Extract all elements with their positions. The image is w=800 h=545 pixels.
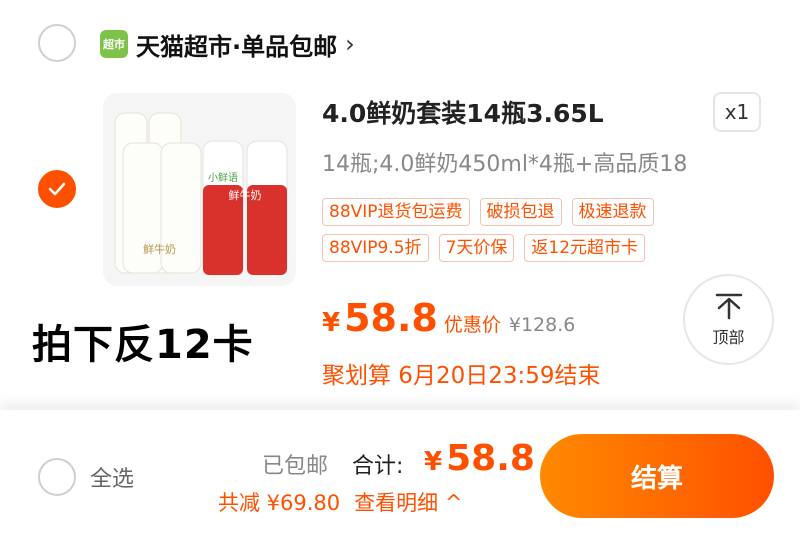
discount-amount: 共减 ¥69.80 [218,491,341,515]
tag: 破损包退 [479,198,562,226]
tag: 7天价保 [438,234,515,262]
arrow-up-icon [715,293,742,319]
service-tags: 88VIP退货包运费 破损包退 极速退款 88VIP9.5折 7天价保 返12元… [322,198,722,262]
tag: 88VIP9.5折 [322,234,429,262]
image-label-right: 鲜牛奶 [229,188,262,202]
tag: 返12元超市卡 [524,234,646,262]
chevron-right-icon: › [345,30,355,58]
back-to-top-label: 顶部 [712,327,745,347]
select-all-label[interactable]: 全选 [90,461,134,493]
store-logo: 超市 [100,30,128,58]
store-header[interactable]: 超市 天猫超市·单品包邮 › [100,24,355,64]
price-row: ¥ 58.8 优惠价 ¥128.6 [322,296,575,340]
back-to-top-button[interactable]: 顶部 [683,274,774,365]
price-value: 58.8 [344,296,438,340]
discount-row: 共减 ¥69.80 查看明细 ^ [218,487,462,517]
check-icon [48,182,66,196]
product-spec[interactable]: 14瓶;4.0鲜奶450ml*4瓶+高品质18 [322,146,752,178]
product-image[interactable]: 鲜牛奶 小鲜语 鲜牛奶 [103,93,296,286]
original-price: ¥128.6 [508,314,576,336]
image-label-left: 鲜牛奶 [143,242,176,256]
item-select-radio[interactable] [38,170,76,208]
select-all-radio[interactable] [38,458,76,496]
store-name: 天猫超市·单品包邮 [136,32,338,61]
price-label: 优惠价 [443,314,501,336]
total-symbol: ¥ [424,447,443,477]
store-select-radio[interactable] [38,24,76,62]
image-label-right-top: 小鲜语 [208,171,238,184]
checkout-button[interactable]: 结算 [540,434,774,518]
product-title[interactable]: 4.0鲜奶套装14瓶3.65L [322,94,604,130]
tag: 88VIP退货包运费 [322,198,470,226]
tag: 极速退款 [571,198,654,226]
total-label: 合计: [352,454,404,479]
total-value: 58.8 [446,438,535,479]
total-price: ¥ 58.8 [424,438,535,479]
view-details-link[interactable]: 查看明细 ^ [354,487,462,517]
milk-bottles-illustration: 鲜牛奶 小鲜语 鲜牛奶 [114,112,288,276]
overlay-promo-text: 拍下反12卡 [32,322,254,368]
promo-deadline: 聚划算 6月20日23:59结束 [322,363,601,389]
quantity-button[interactable]: x1 [713,92,761,132]
price-symbol: ¥ [322,308,341,338]
shipping-status: 已包邮 [262,454,329,479]
